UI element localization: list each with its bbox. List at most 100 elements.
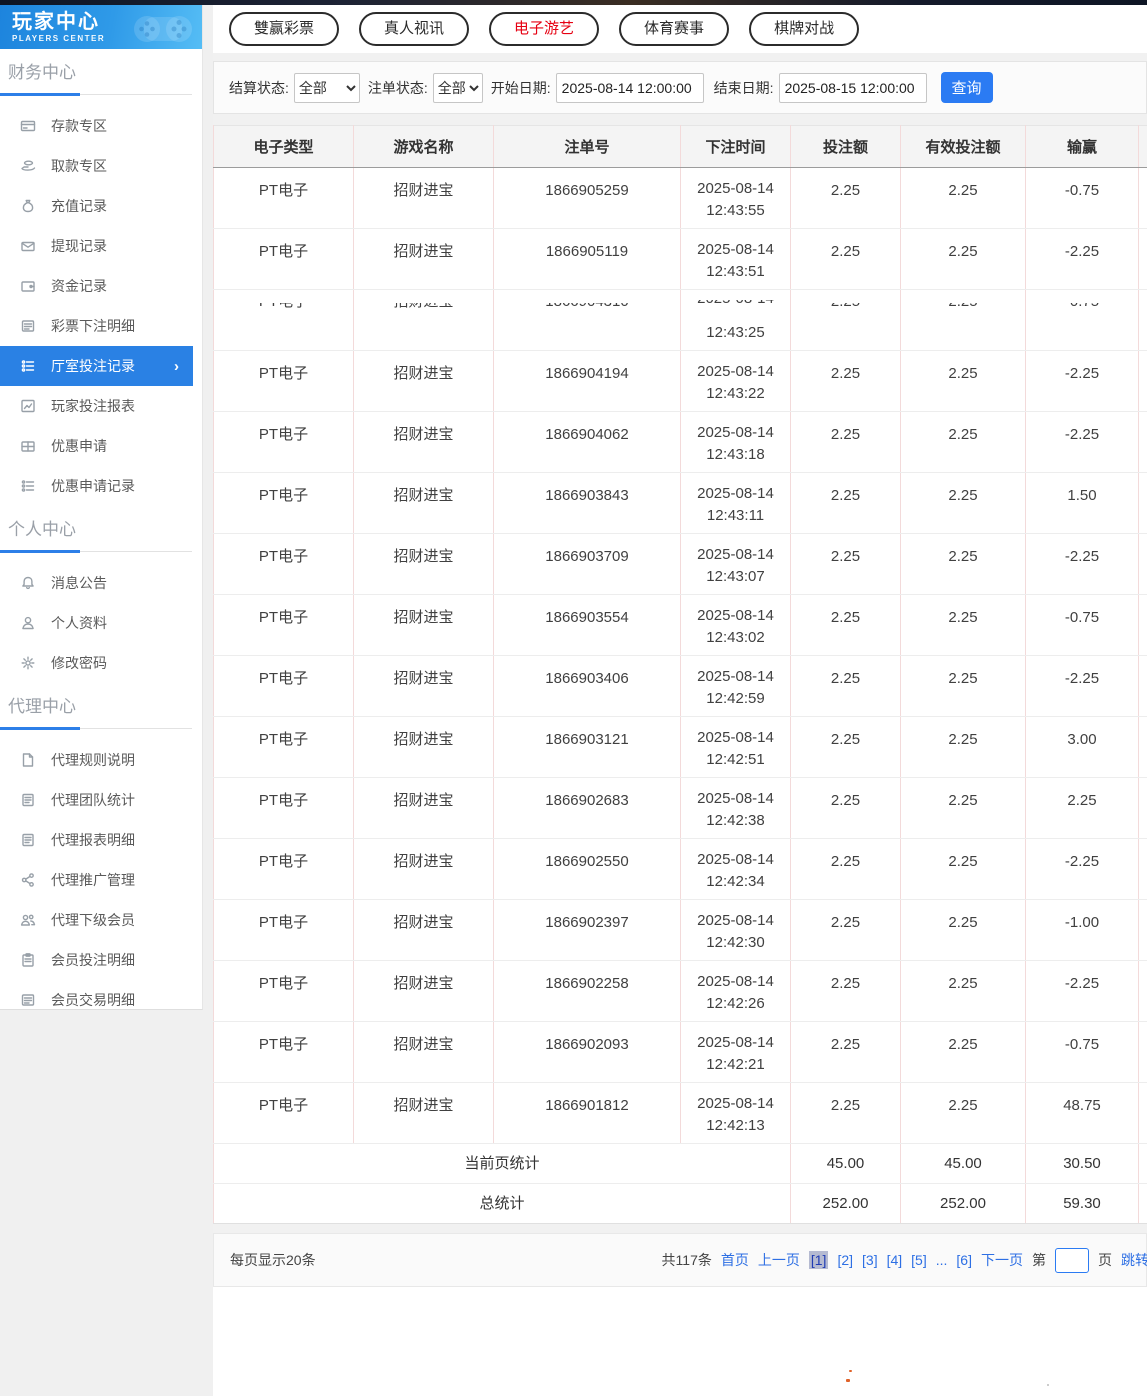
cell-time: 2025-08-1412:42:38 (681, 778, 791, 839)
sidebar-item[interactable]: 会员投注明细 (0, 940, 193, 980)
cell-bet-id: 1866903843 (494, 473, 681, 534)
sidebar-item[interactable]: 存款专区 (0, 106, 193, 146)
sidebar-item[interactable]: 玩家投注报表 (0, 386, 193, 426)
records-table-panel: 电子类型游戏名称注单号下注时间投注额有效投注额输赢PT电子招财进宝1866905… (213, 125, 1147, 1224)
cell-time: 2025-08-1412:43:11 (681, 473, 791, 534)
sidebar-item[interactable]: 代理下级会员 (0, 900, 193, 940)
sidebar-item[interactable]: 代理推广管理 (0, 860, 193, 900)
sidebar-item[interactable]: 优惠申请 (0, 426, 193, 466)
cell-type: PT电子 (214, 839, 354, 900)
start-date-input[interactable] (556, 73, 704, 103)
sidebar-item-label: 会员交易明细 (51, 990, 135, 1010)
cell-type: PT电子 (214, 717, 354, 778)
sidebar-item[interactable]: 厅室投注记录› (0, 346, 193, 386)
sidebar-item-label: 代理推广管理 (51, 870, 135, 890)
cell-bet: 2.25 (791, 229, 901, 290)
cell-type: PT电子 (214, 900, 354, 961)
section-divider (0, 727, 202, 730)
sidebar-item[interactable]: 修改密码 (0, 643, 193, 683)
summary-bet: 252.00 (791, 1184, 901, 1224)
sidebar-item[interactable]: 彩票下注明细 (0, 306, 193, 346)
sidebar-item[interactable]: 优惠申请记录 (0, 466, 193, 506)
first-page-link[interactable]: 首页 (721, 1250, 749, 1270)
prev-page-link[interactable]: 上一页 (758, 1250, 800, 1270)
cell-extra (1139, 961, 1147, 1022)
cell-time: 2025-08-1412:43:51 (681, 229, 791, 290)
cell-type: PT电子 (214, 961, 354, 1022)
sidebar-item-label: 取款专区 (51, 156, 107, 176)
cell-valid-bet: 2.25 (901, 229, 1026, 290)
order-status-label: 注单状态: (368, 78, 428, 98)
game-tab[interactable]: 真人视讯 (359, 12, 469, 46)
sidebar-header: 玩家中心 PLAYERS CENTER (0, 5, 202, 49)
game-tab[interactable]: 体育赛事 (619, 12, 729, 46)
game-tab[interactable]: 电子游艺 (489, 12, 599, 46)
goto-page-input[interactable] (1055, 1248, 1089, 1273)
sidebar-item[interactable]: 代理规则说明 (0, 740, 193, 780)
sidebar-item-label: 修改密码 (51, 653, 107, 673)
table-row: PT电子招财进宝18669026832025-08-1412:42:382.25… (214, 778, 1147, 839)
cell-type: PT电子 (214, 534, 354, 595)
cell-game: 招财进宝 (354, 1083, 494, 1144)
cell-type: PT电子 (214, 412, 354, 473)
sidebar-item[interactable]: 消息公告 (0, 563, 193, 603)
divider (213, 53, 1147, 61)
cell-game: 招财进宝 (354, 168, 494, 229)
sidebar-item[interactable]: 会员交易明细 (0, 980, 193, 1010)
goto-jump-link[interactable]: 跳转 (1121, 1250, 1147, 1270)
sidebar-item-label: 提现记录 (51, 236, 107, 256)
table-row: PT电子招财进宝18669035542025-08-1412:43:022.25… (214, 595, 1147, 656)
game-tab[interactable]: 雙赢彩票 (229, 12, 339, 46)
share-icon (20, 872, 36, 888)
summary-label: 总统计 (214, 1184, 791, 1224)
sidebar-item-label: 优惠申请 (51, 436, 107, 456)
sidebar-item-label: 消息公告 (51, 573, 107, 593)
table-row: PT电子招财进宝18669022582025-08-1412:42:262.25… (214, 961, 1147, 1022)
settle-status-label: 结算状态: (229, 78, 289, 98)
page-link[interactable]: [6] (956, 1252, 972, 1268)
cell-bet: 2.25 (791, 900, 901, 961)
cell-time: 2025-08-1412:42:13 (681, 1083, 791, 1144)
sidebar-item[interactable]: 资金记录 (0, 266, 193, 306)
cell-extra (1139, 229, 1147, 290)
page-link[interactable]: [3] (862, 1252, 878, 1268)
page-link[interactable]: [4] (887, 1252, 903, 1268)
cell-valid-bet: 2.25 (901, 900, 1026, 961)
section-label: 个人中心 (0, 506, 202, 542)
sidebar-item[interactable]: 代理报表明细 (0, 820, 193, 860)
settle-status-select[interactable]: 全部 (294, 73, 360, 103)
next-page-link[interactable]: 下一页 (981, 1250, 1023, 1270)
cell-bet-id: 1866902093 (494, 1022, 681, 1083)
cell-time: 2025-08-1412:42:51 (681, 717, 791, 778)
cell-valid-bet: 2.25 (901, 595, 1026, 656)
cell-bet-id: 1866902683 (494, 778, 681, 839)
cell-winloss: -2.25 (1026, 656, 1139, 717)
team-stats-icon (20, 792, 36, 808)
cell-winloss: -0.75 (1026, 595, 1139, 656)
col-header: 注单号 (494, 126, 681, 168)
bet-records-table: 电子类型游戏名称注单号下注时间投注额有效投注额输赢PT电子招财进宝1866905… (213, 125, 1147, 1224)
col-header: 电子类型 (214, 126, 354, 168)
cell-bet: 2.25 (791, 168, 901, 229)
user-icon (20, 615, 36, 631)
table-row: PT电子招财进宝18669023972025-08-1412:42:302.25… (214, 900, 1147, 961)
sidebar-item[interactable]: 代理团队统计 (0, 780, 193, 820)
search-button[interactable]: 查询 (941, 72, 993, 103)
sidebar-item-label: 优惠申请记录 (51, 476, 135, 496)
sidebar-item[interactable]: 提现记录 (0, 226, 193, 266)
cell-time: 2025-08-1412:43:18 (681, 412, 791, 473)
order-status-select[interactable]: 全部 (433, 73, 483, 103)
page-link[interactable]: [2] (837, 1252, 853, 1268)
cell-valid-bet: 2.25 (901, 351, 1026, 412)
page-link[interactable]: [5] (911, 1252, 927, 1268)
end-date-input[interactable] (779, 73, 927, 103)
sidebar-item-label: 玩家投注报表 (51, 396, 135, 416)
col-header-cut (1139, 126, 1147, 168)
page-link-current[interactable]: [1] (809, 1251, 829, 1269)
sidebar-item[interactable]: 取款专区 (0, 146, 193, 186)
cell-winloss: -0.75 (1026, 168, 1139, 229)
sidebar-item[interactable]: 个人资料 (0, 603, 193, 643)
start-date-label: 开始日期: (491, 78, 551, 98)
game-tab[interactable]: 棋牌对战 (749, 12, 859, 46)
sidebar-item[interactable]: 充值记录 (0, 186, 193, 226)
